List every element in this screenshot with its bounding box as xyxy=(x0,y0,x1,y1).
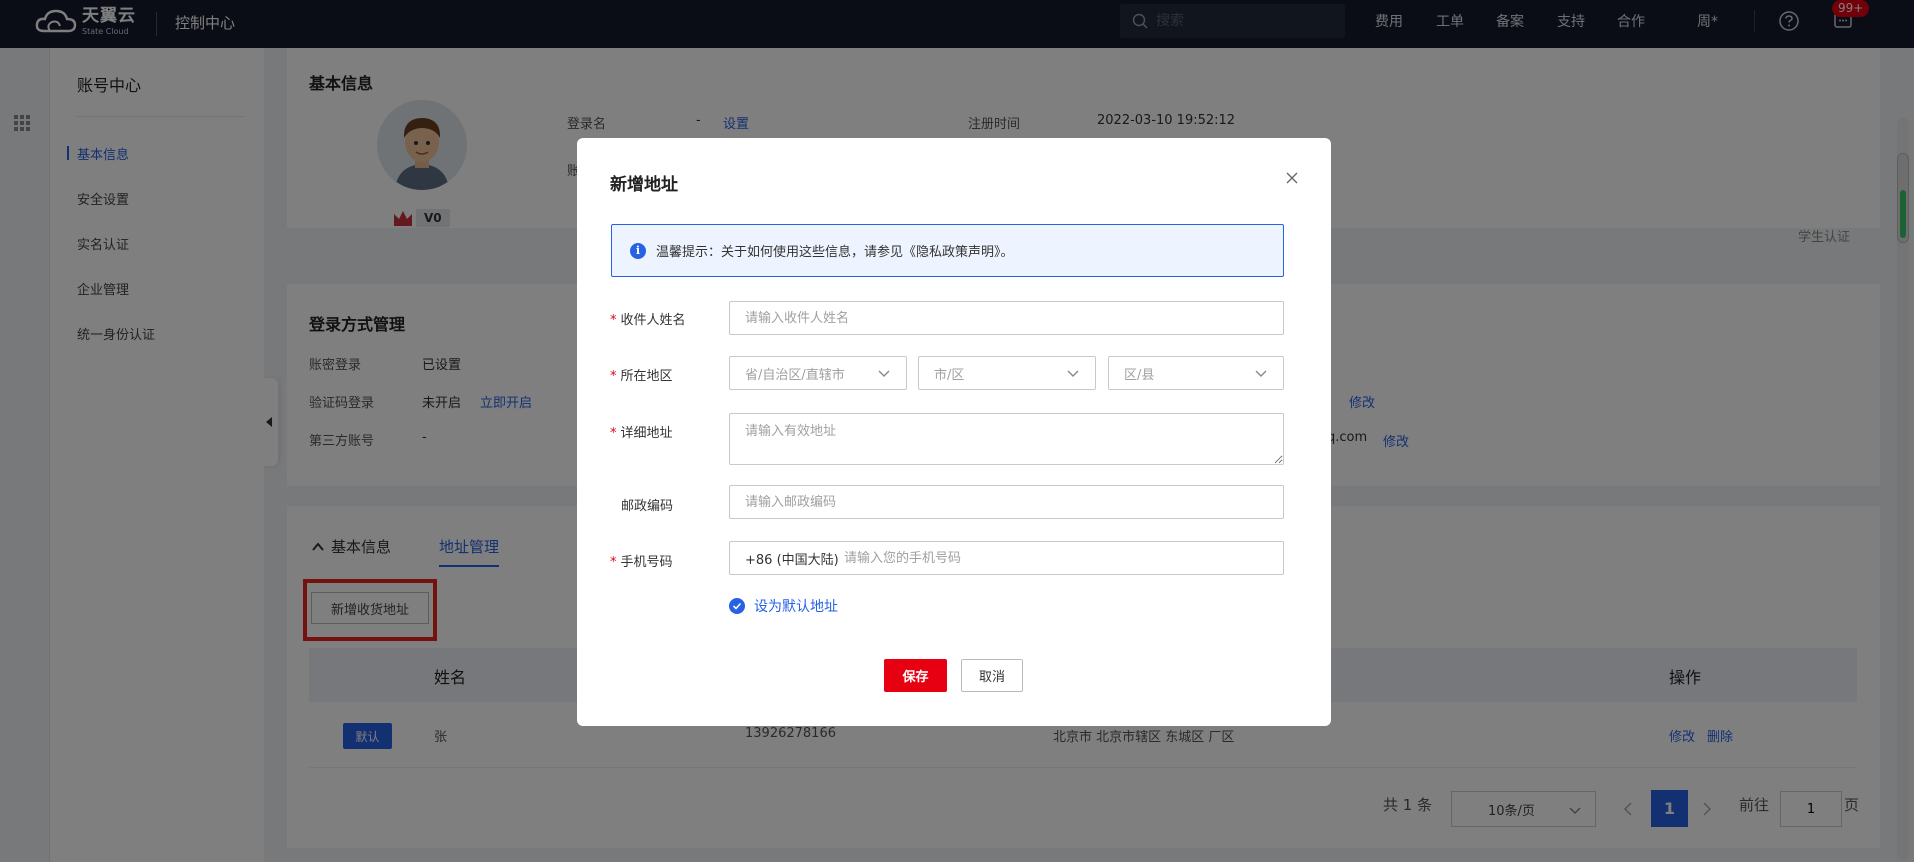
cancel-button[interactable]: 取消 xyxy=(961,659,1023,692)
recipient-name-input[interactable] xyxy=(729,301,1284,335)
chevron-down-icon xyxy=(1067,370,1079,377)
zip-code-label: 邮政编码 xyxy=(621,499,674,514)
zip-code-input[interactable] xyxy=(729,485,1284,519)
default-address-checkbox[interactable]: 设为默认地址 xyxy=(729,596,838,616)
phone-field: +86 (中国大陆) xyxy=(729,541,1284,575)
info-icon: i xyxy=(630,242,646,259)
tip-text[interactable]: 温馨提示：关于如何使用这些信息，请参见《隐私政策声明》。 xyxy=(656,241,1014,260)
district-placeholder: 区/县 xyxy=(1124,367,1155,383)
modal-title: 新增地址 xyxy=(610,175,678,195)
city-placeholder: 市/区 xyxy=(934,367,965,383)
check-icon xyxy=(729,598,745,614)
detail-address-label: * 详细地址 xyxy=(610,426,673,441)
recipient-name-label: * 收件人姓名 xyxy=(610,313,686,328)
district-select[interactable]: 区/县 xyxy=(1108,356,1284,390)
save-button[interactable]: 保存 xyxy=(884,659,947,692)
region-label: * 所在地区 xyxy=(610,369,673,384)
phone-label: * 手机号码 xyxy=(610,555,673,570)
detail-address-input[interactable] xyxy=(729,413,1284,465)
close-icon[interactable] xyxy=(1284,170,1300,186)
province-placeholder: 省/自治区/直辖市 xyxy=(745,367,845,383)
province-select[interactable]: 省/自治区/直辖市 xyxy=(729,356,907,390)
city-select[interactable]: 市/区 xyxy=(918,356,1096,390)
add-address-modal: 新增地址 i 温馨提示：关于如何使用这些信息，请参见《隐私政策声明》。 * 收件人… xyxy=(577,138,1331,726)
default-address-label: 设为默认地址 xyxy=(754,599,838,615)
chevron-down-icon xyxy=(878,370,890,377)
privacy-tip: i 温馨提示：关于如何使用这些信息，请参见《隐私政策声明》。 xyxy=(611,224,1284,277)
phone-input[interactable] xyxy=(844,550,1244,566)
chevron-down-icon xyxy=(1255,370,1267,377)
country-code-select[interactable]: +86 (中国大陆) xyxy=(730,549,844,568)
